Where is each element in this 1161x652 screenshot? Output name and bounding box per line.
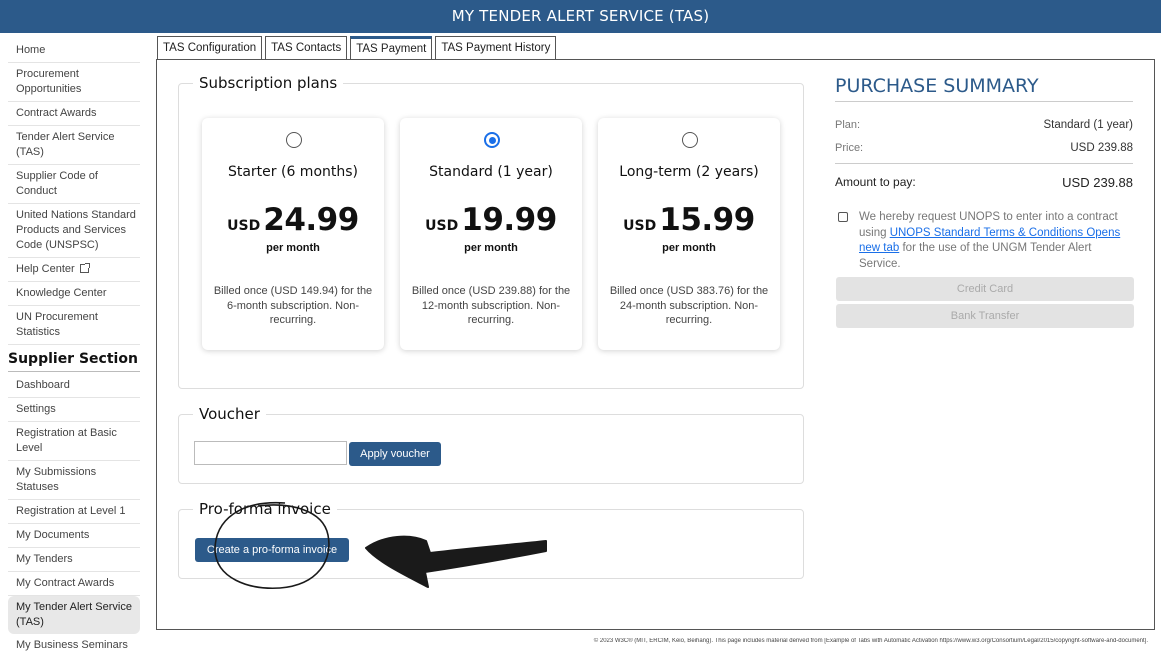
- sidebar-item-unspsc[interactable]: United Nations Standard Products and Ser…: [8, 204, 140, 258]
- subscription-plans-title: Subscription plans: [193, 74, 344, 92]
- summary-amount-value: USD 239.88: [1062, 175, 1133, 190]
- tab-tas-configuration[interactable]: TAS Configuration: [157, 36, 263, 59]
- page-header: MY TENDER ALERT SERVICE (TAS): [0, 0, 1161, 33]
- bank-transfer-button[interactable]: Bank Transfer: [836, 304, 1134, 328]
- voucher-group: Voucher Apply voucher: [178, 405, 804, 484]
- sidebar: Home Procurement Opportunities Contract …: [0, 33, 148, 652]
- plan-name: Long-term (2 years): [619, 164, 759, 180]
- summary-plan-label: Plan:: [835, 119, 861, 131]
- sidebar-nav: Home Procurement Opportunities Contract …: [8, 39, 140, 652]
- summary-divider: [835, 163, 1133, 164]
- summary-price-value: USD 239.88: [1070, 142, 1133, 154]
- sidebar-item-un-procurement-statistics[interactable]: UN Procurement Statistics: [8, 306, 140, 345]
- plan-card-long-term[interactable]: Long-term (2 years) USD15.99 per month B…: [598, 118, 780, 350]
- summary-price-label: Price:: [835, 142, 864, 154]
- plan-amount: 24.99: [263, 202, 359, 238]
- sidebar-item-procurement-opportunities[interactable]: Procurement Opportunities: [8, 63, 140, 102]
- plan-name: Starter (6 months): [227, 164, 359, 180]
- plan-radio-starter[interactable]: [286, 132, 302, 148]
- proforma-title: Pro-forma invoice: [193, 500, 337, 518]
- sidebar-item-my-business-seminars[interactable]: My Business Seminars: [8, 634, 140, 652]
- tab-tas-payment-history[interactable]: TAS Payment History: [435, 36, 557, 59]
- plan-amount: 15.99: [659, 202, 755, 238]
- summary-amount-label: Amount to pay:: [835, 175, 916, 189]
- plan-price: USD15.99: [598, 202, 780, 238]
- plan-billing-note: Billed once (USD 239.88) for the 12-mont…: [411, 285, 571, 326]
- sidebar-item-supplier-code-of-conduct[interactable]: Supplier Code of Conduct: [8, 165, 140, 204]
- sidebar-item-home[interactable]: Home: [8, 39, 140, 63]
- plan-currency: USD: [425, 218, 459, 234]
- tab-bar: TAS Configuration TAS Contacts TAS Payme…: [157, 36, 557, 60]
- proforma-group: Pro-forma invoice Create a pro-forma inv…: [178, 500, 804, 579]
- sidebar-item-registration-level-1[interactable]: Registration at Level 1: [8, 500, 140, 524]
- sidebar-item-contract-awards[interactable]: Contract Awards: [8, 102, 140, 126]
- plan-price: USD24.99: [202, 202, 384, 238]
- sidebar-item-submission-statuses[interactable]: My Submissions Statuses: [8, 461, 140, 500]
- sidebar-item-settings[interactable]: Settings: [8, 398, 140, 422]
- voucher-input[interactable]: [194, 441, 347, 465]
- sidebar-item-help-center[interactable]: Help Center: [8, 258, 140, 282]
- footer-copyright: © 2023 W3C® (MIT, ERCIM, Keio, Beihang).…: [593, 638, 1148, 644]
- plan-card-starter[interactable]: Starter (6 months) USD24.99 per month Bi…: [202, 118, 384, 350]
- supplier-section-heading: Supplier Section: [8, 345, 140, 372]
- sidebar-item-knowledge-center[interactable]: Knowledge Center: [8, 282, 140, 306]
- create-proforma-button[interactable]: Create a pro-forma invoice: [195, 538, 349, 562]
- credit-card-button[interactable]: Credit Card: [836, 277, 1134, 301]
- sidebar-item-label: Help Center: [16, 263, 75, 275]
- plan-currency: USD: [623, 218, 657, 234]
- sidebar-item-tender-alert-service[interactable]: Tender Alert Service (TAS): [8, 126, 140, 165]
- sidebar-item-dashboard[interactable]: Dashboard: [8, 374, 140, 398]
- apply-voucher-button[interactable]: Apply voucher: [349, 442, 441, 466]
- sidebar-item-my-tas[interactable]: My Tender Alert Service (TAS): [8, 596, 140, 634]
- summary-amount-row: Amount to pay: USD 239.88: [835, 175, 1133, 190]
- plan-price: USD19.99: [400, 202, 582, 238]
- sidebar-item-my-tenders[interactable]: My Tenders: [8, 548, 140, 572]
- tab-tas-contacts[interactable]: TAS Contacts: [265, 36, 348, 59]
- sidebar-item-registration-basic[interactable]: Registration at Basic Level: [8, 422, 140, 461]
- plan-period: per month: [266, 242, 320, 254]
- sidebar-item-my-contract-awards[interactable]: My Contract Awards: [8, 572, 140, 596]
- sidebar-item-my-documents[interactable]: My Documents: [8, 524, 140, 548]
- purchase-summary-title: PURCHASE SUMMARY: [835, 75, 1133, 102]
- plan-amount: 19.99: [461, 202, 557, 238]
- terms-checkbox[interactable]: [838, 212, 848, 222]
- tab-tas-payment[interactable]: TAS Payment: [350, 36, 433, 60]
- summary-price-row: Price: USD 239.88: [835, 142, 1133, 154]
- plan-currency: USD: [227, 218, 261, 234]
- plan-radio-long-term[interactable]: [682, 132, 698, 148]
- plan-radio-standard[interactable]: [484, 132, 500, 148]
- plan-period: per month: [662, 242, 716, 254]
- summary-plan-value: Standard (1 year): [1043, 119, 1134, 131]
- subscription-plans-group: Subscription plans Starter (6 months) US…: [178, 74, 804, 389]
- terms-agreement: We hereby request UNOPS to enter into a …: [838, 210, 1133, 272]
- plan-card-standard[interactable]: Standard (1 year) USD19.99 per month Bil…: [400, 118, 582, 350]
- external-link-icon: [79, 263, 90, 273]
- voucher-title: Voucher: [193, 405, 266, 423]
- summary-plan-row: Plan: Standard (1 year): [835, 119, 1133, 131]
- plan-billing-note: Billed once (USD 383.76) for the 24-mont…: [609, 285, 769, 326]
- plan-billing-note: Billed once (USD 149.94) for the 6-month…: [213, 285, 373, 326]
- plan-name: Standard (1 year): [429, 164, 553, 180]
- plan-period: per month: [464, 242, 518, 254]
